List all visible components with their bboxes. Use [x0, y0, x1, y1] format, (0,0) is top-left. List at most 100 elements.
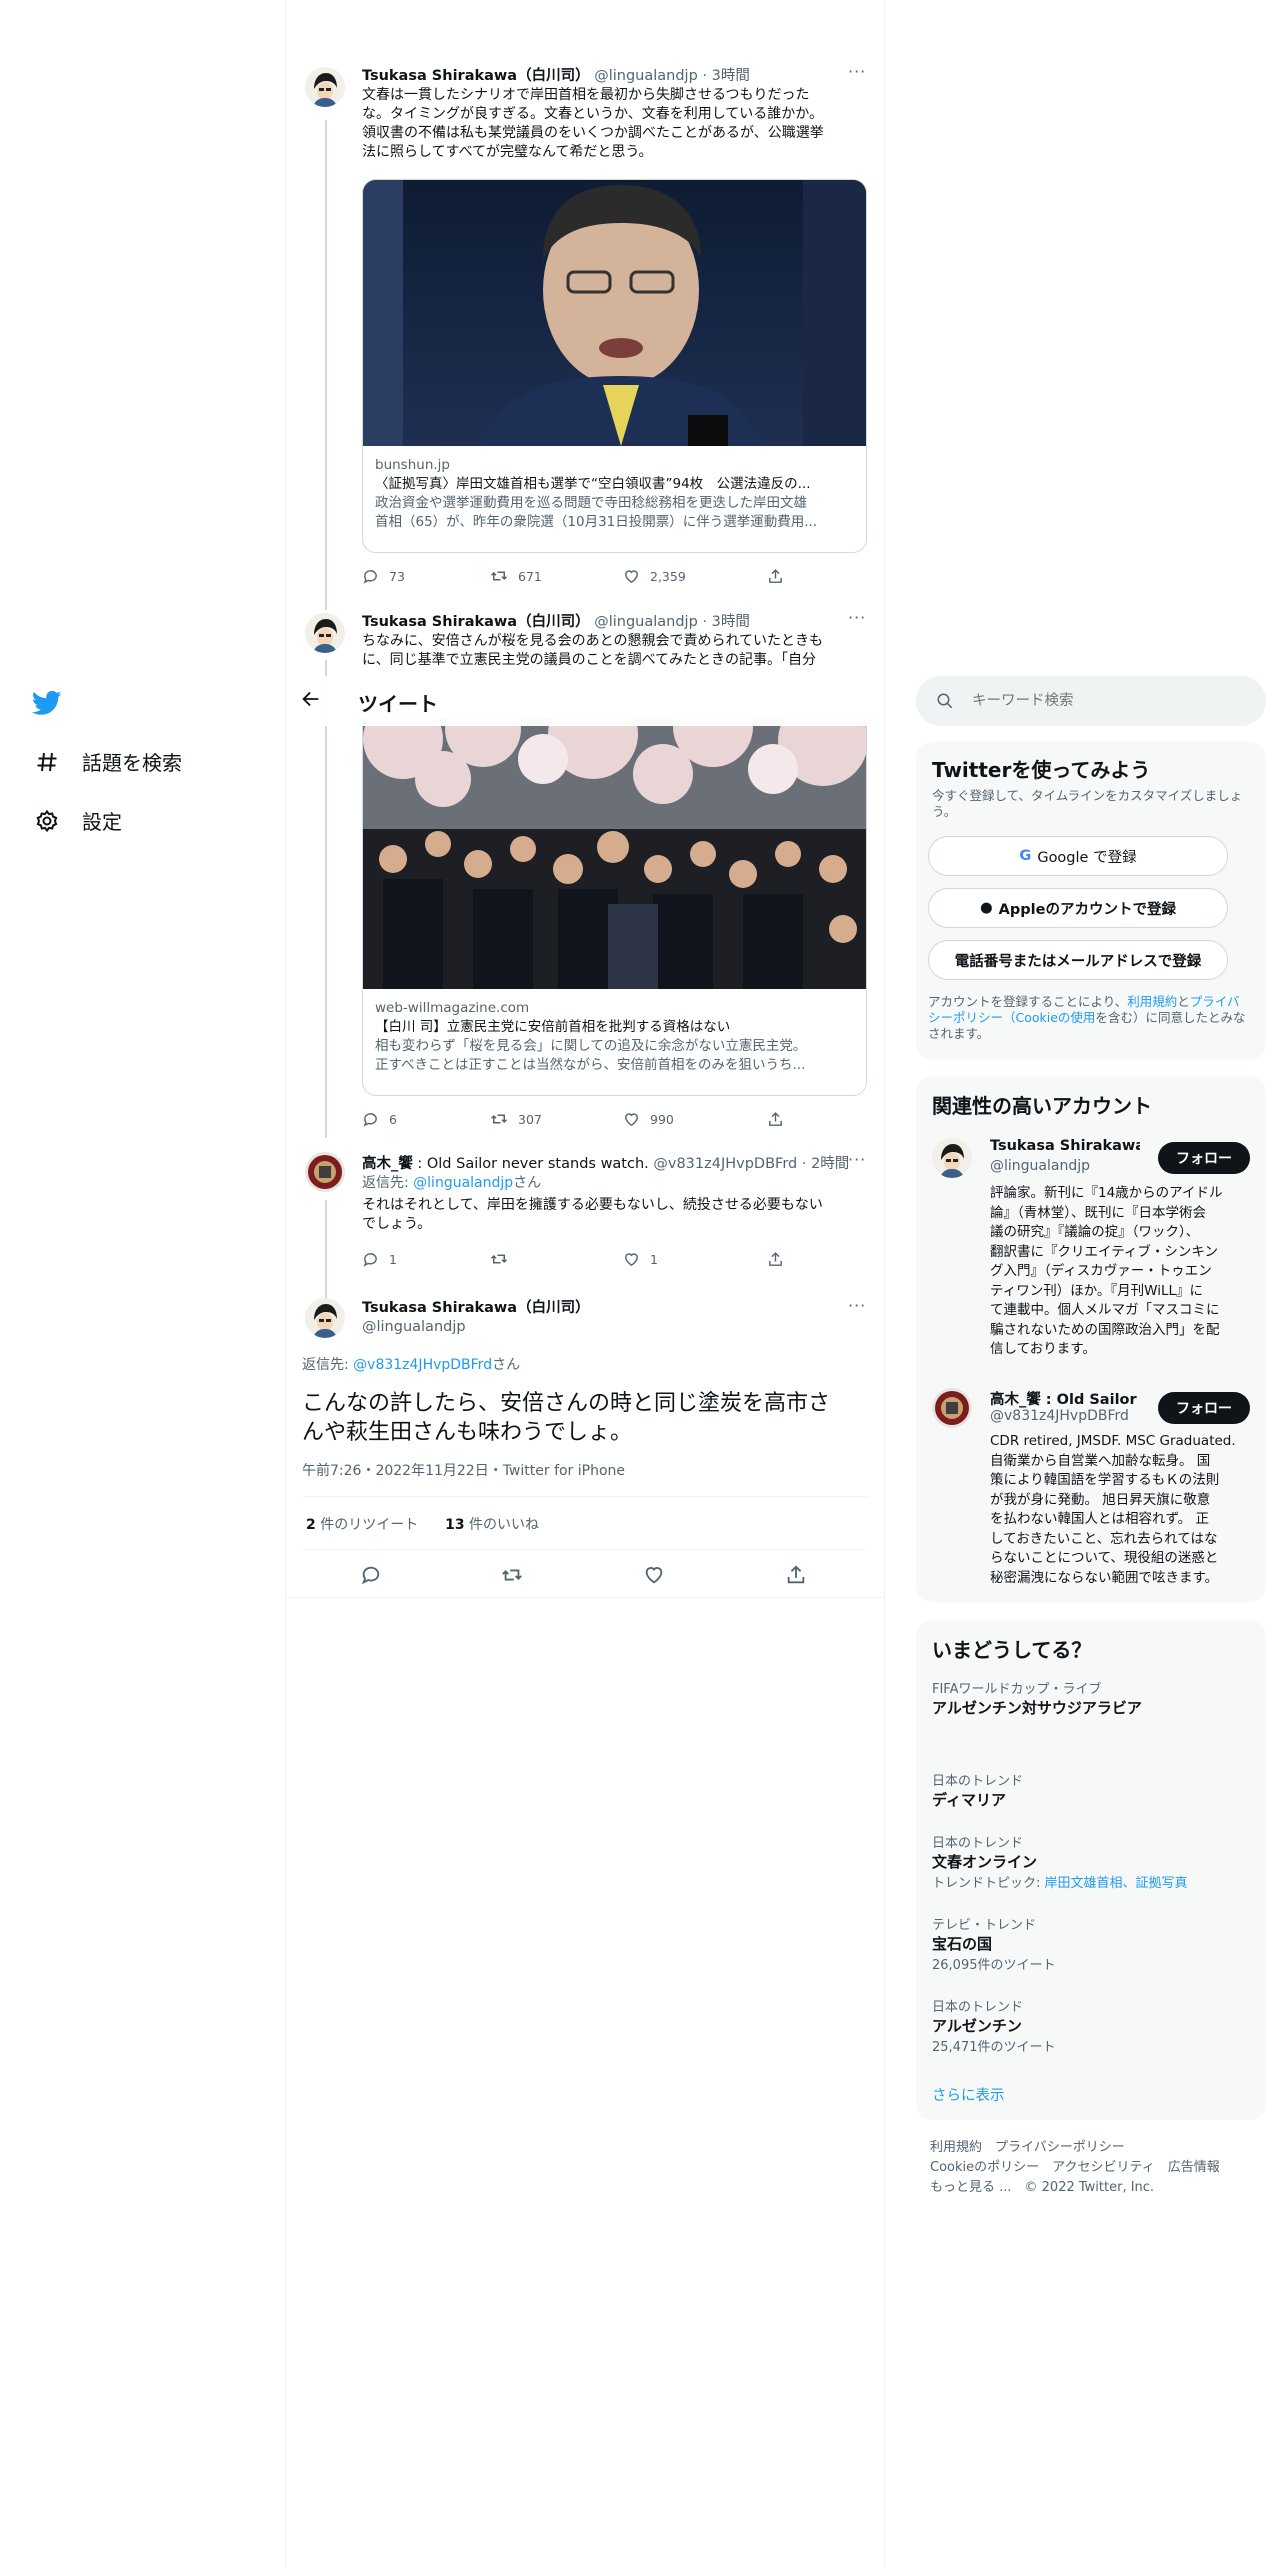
- follow-button[interactable]: フォロー: [1158, 1392, 1250, 1424]
- retweet-icon: [490, 1254, 508, 1264]
- reply-context: 返信先: @v831z4JHvpDBFrdさん: [302, 1357, 521, 1373]
- apple-icon: ●: [980, 900, 993, 916]
- share-icon: [769, 1251, 782, 1266]
- engagement-stats: 2 件のリツイート 13 件のいいね: [306, 1514, 539, 1534]
- trend-topic-link[interactable]: 岸田文雄首相、証拠写真: [1045, 1876, 1188, 1891]
- share-button[interactable]: [767, 1110, 784, 1128]
- search-input[interactable]: [972, 689, 1242, 713]
- main-tweet-author: Tsukasa Shirakawa（白川司） @lingualandjp: [362, 1296, 590, 1335]
- nav-explore[interactable]: 話題を検索: [34, 747, 182, 776]
- avatar[interactable]: [932, 1138, 972, 1178]
- author-name[interactable]: Tsukasa Shirakawa（白川司）: [362, 614, 590, 630]
- author-name[interactable]: Tsukasa Shirakawa（白川司）: [362, 68, 590, 84]
- card-title: 【白川 司】立憲民主党に安倍前首相を批判する資格はない: [375, 1019, 731, 1035]
- author-handle[interactable]: @lingualandjp: [594, 614, 698, 630]
- show-more-link[interactable]: さらに表示: [932, 2084, 1005, 2105]
- link-card[interactable]: bunshun.jp 〈証拠写真〉岸田文雄首相も選挙で“空白領収書”94枚 公選…: [362, 179, 867, 553]
- more-options-icon[interactable]: ···: [848, 1150, 866, 1169]
- account-name[interactable]: 高木_饗 : Old Sailor ...: [990, 1388, 1140, 1409]
- reply-icon: [363, 1252, 377, 1267]
- link-card[interactable]: web-willmagazine.com 【白川 司】立憲民主党に安倍前首相を批…: [362, 718, 867, 1096]
- reply-button[interactable]: 1: [362, 1250, 490, 1268]
- tweet-timestamp[interactable]: 午前7:26・2022年11月22日・Twitter for iPhone: [302, 1460, 625, 1480]
- nav-explore-label: 話題を検索: [82, 751, 182, 775]
- search-icon: [937, 693, 953, 709]
- author-handle[interactable]: @v831z4JHvpDBFrd: [653, 1156, 797, 1172]
- author-name[interactable]: Tsukasa Shirakawa（白川司）: [362, 1296, 590, 1317]
- heart-icon: [625, 569, 638, 583]
- tweet-time[interactable]: 3時間: [712, 68, 750, 84]
- retweet-button[interactable]: 671: [490, 567, 623, 585]
- account-name[interactable]: Tsukasa Shirakawa...: [990, 1138, 1140, 1154]
- share-button[interactable]: [767, 567, 784, 585]
- phone-signup-button[interactable]: 電話番号またはメールアドレスで登録: [928, 940, 1228, 980]
- retweet-icon[interactable]: [501, 1564, 523, 1586]
- reply-button[interactable]: 73: [362, 567, 490, 585]
- tweet-actions: 73 671 2,359: [362, 567, 784, 585]
- trend-item[interactable]: 日本のトレンド 文春オンライン トレンドトピック: 岸田文雄首相、証拠写真: [932, 1832, 1262, 1891]
- share-icon: [769, 568, 782, 583]
- account-handle[interactable]: @v831z4JHvpDBFrd: [990, 1408, 1129, 1424]
- card-image: [363, 180, 866, 446]
- reply-icon: [363, 569, 377, 584]
- trend-item[interactable]: FIFAワールドカップ・ライブ アルゼンチン対サウジアラビア: [932, 1678, 1252, 1718]
- trend-item[interactable]: 日本のトレンド ディマリア: [932, 1770, 1252, 1810]
- footer-links: 利用規約 プライバシーポリシー Cookieのポリシー アクセシビリティ 広告情…: [930, 2140, 1220, 2195]
- like-button[interactable]: 990: [623, 1110, 767, 1128]
- retweet-icon: [490, 1114, 508, 1124]
- hashtag-icon: [34, 749, 60, 775]
- trend-item[interactable]: 日本のトレンド アルゼンチン 25,471件のツイート: [932, 1996, 1252, 2055]
- author-handle[interactable]: @lingualandjp: [362, 1319, 590, 1335]
- trend-item[interactable]: テレビ・トレンド 宝石の国 26,095件のツイート: [932, 1914, 1252, 1973]
- search-bar[interactable]: [916, 676, 1266, 726]
- reply-to-link[interactable]: @lingualandjp: [413, 1175, 513, 1191]
- avatar[interactable]: [932, 1388, 972, 1428]
- more-options-icon[interactable]: ···: [848, 62, 866, 81]
- google-icon: G: [1019, 848, 1032, 864]
- tweet-text: 文春は一貫したシナリオで岸田首相を最初から失脚させるつもりだった な。タイミング…: [362, 87, 824, 160]
- account-handle[interactable]: @lingualandjp: [990, 1158, 1090, 1174]
- share-button[interactable]: [767, 1250, 784, 1268]
- retweet-button[interactable]: 307: [490, 1110, 623, 1128]
- trends-title: いまどうしてる？: [932, 1638, 1092, 1662]
- more-options-icon[interactable]: ···: [848, 608, 866, 627]
- reply-button[interactable]: 6: [362, 1110, 490, 1128]
- card-title: 〈証拠写真〉岸田文雄首相も選挙で“空白領収書”94枚 公選法違反の...: [375, 476, 811, 492]
- more-options-icon[interactable]: ···: [848, 1296, 866, 1315]
- tweet-time[interactable]: 2時間: [811, 1156, 849, 1172]
- author-name[interactable]: 高木_饗: [362, 1156, 413, 1172]
- tweet-time[interactable]: 3時間: [712, 614, 750, 630]
- like-button[interactable]: 2,359: [623, 567, 767, 585]
- tweet-text: ちなみに、安倍さんが桜を見る会のあとの懇親会で責められていたときも に、同じ基準…: [362, 633, 824, 668]
- retweet-button[interactable]: [490, 1250, 623, 1268]
- heart-icon[interactable]: [643, 1564, 665, 1586]
- avatar[interactable]: [305, 613, 345, 653]
- like-button[interactable]: 1: [623, 1250, 767, 1268]
- terms-link[interactable]: 利用規約: [1127, 994, 1177, 1009]
- thread-line: [325, 1200, 327, 1298]
- apple-signup-button[interactable]: ● Appleのアカウントで登録: [928, 888, 1228, 928]
- avatar[interactable]: [305, 67, 345, 107]
- reply-to-link[interactable]: @v831z4JHvpDBFrd: [353, 1357, 492, 1373]
- gear-icon: [34, 808, 60, 834]
- reply-icon[interactable]: [360, 1564, 382, 1586]
- signup-legal: アカウントを登録することにより、利用規約とプライバシーポリシー（Cookieの使…: [928, 994, 1246, 1041]
- column-divider-right: [884, 0, 885, 2568]
- card-domain: web-willmagazine.com: [375, 1000, 530, 1016]
- tweet-header: Tsukasa Shirakawa（白川司） @lingualandjp · 3…: [362, 68, 750, 84]
- back-arrow-icon[interactable]: [300, 688, 326, 714]
- thread-line: [325, 120, 327, 610]
- share-icon[interactable]: [785, 1564, 807, 1586]
- retweet-count-link[interactable]: 2 件のリツイート: [306, 1517, 418, 1533]
- follow-button[interactable]: フォロー: [1158, 1142, 1250, 1174]
- thread-line: [325, 660, 327, 1138]
- author-handle[interactable]: @lingualandjp: [594, 68, 698, 84]
- twitter-logo-icon[interactable]: [31, 688, 62, 718]
- like-count-link[interactable]: 13 件のいいね: [445, 1517, 539, 1533]
- avatar[interactable]: [305, 1152, 345, 1192]
- card-domain: bunshun.jp: [375, 457, 450, 473]
- google-signup-button[interactable]: G Google で登録: [928, 836, 1228, 876]
- avatar[interactable]: [305, 1298, 345, 1338]
- tweet-actions: 6 307 990: [362, 1110, 784, 1128]
- nav-settings[interactable]: 設定: [34, 806, 122, 835]
